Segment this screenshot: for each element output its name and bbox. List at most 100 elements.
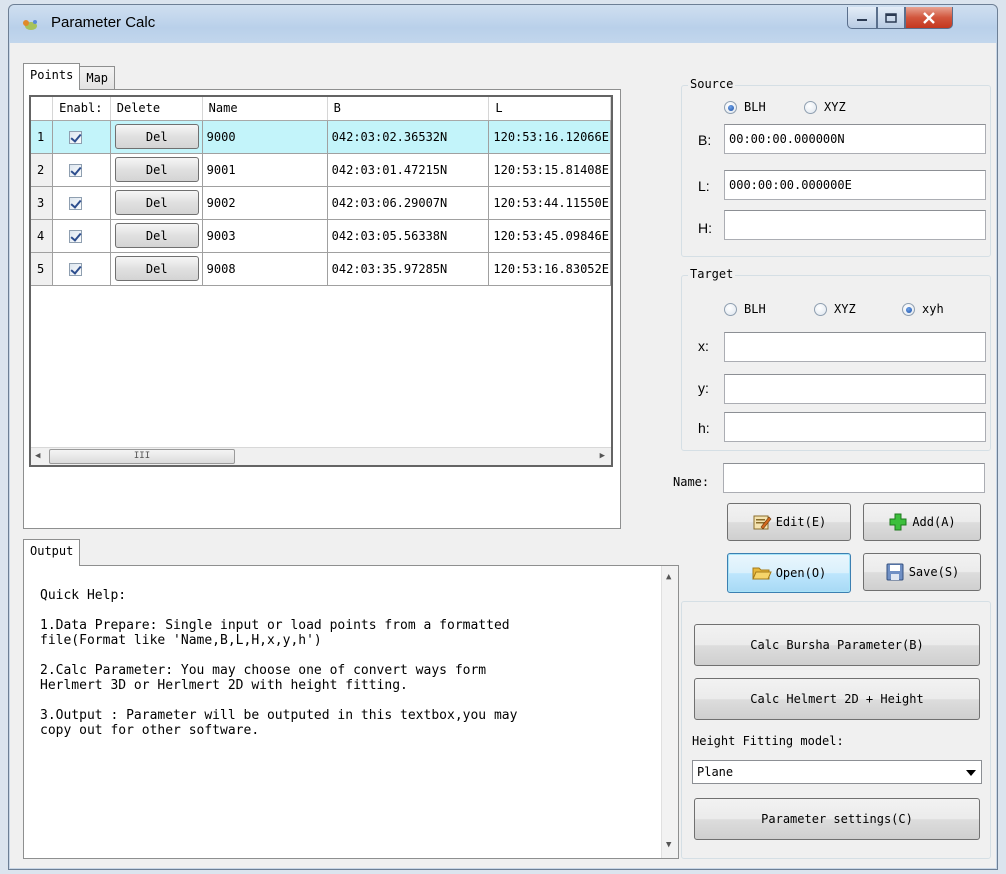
- l-cell[interactable]: 120:53:45.09846E: [488, 219, 611, 253]
- chevron-down-icon[interactable]: [966, 770, 976, 776]
- y-input[interactable]: [724, 374, 986, 404]
- grid-header-l[interactable]: L: [488, 97, 611, 121]
- table-row[interactable]: 4 Del 9003 042:03:05.56338N 120:53:45.09…: [31, 219, 611, 253]
- delete-cell: Del: [110, 252, 203, 286]
- edit-button[interactable]: Edit(E): [727, 503, 851, 541]
- name-cell[interactable]: 9000: [202, 120, 328, 154]
- radio-label: BLH: [744, 302, 766, 316]
- enabled-checkbox[interactable]: [69, 229, 83, 243]
- source-group-label: Source: [688, 77, 736, 91]
- height-fitting-select[interactable]: Plane: [692, 760, 982, 784]
- b-cell[interactable]: 042:03:02.36532N: [327, 120, 490, 154]
- open-button[interactable]: Open(O): [727, 553, 851, 593]
- minimize-icon: [857, 18, 867, 21]
- row-number[interactable]: 2: [31, 153, 54, 187]
- delete-cell: Del: [110, 219, 203, 253]
- enabled-cell[interactable]: [52, 186, 111, 220]
- calc-helmert-button[interactable]: Calc Helmert 2D + Height: [694, 678, 980, 720]
- name-input[interactable]: [723, 463, 985, 493]
- delete-row-button[interactable]: Del: [114, 223, 199, 248]
- l-input[interactable]: 000:00:00.000000E: [724, 170, 986, 200]
- name-cell[interactable]: 9001: [202, 153, 328, 187]
- close-button[interactable]: [905, 7, 953, 29]
- radio-checked-icon[interactable]: [724, 100, 737, 114]
- tab-points[interactable]: Points: [23, 63, 81, 90]
- output-text: Quick Help: 1.Data Prepare: Single input…: [40, 588, 518, 738]
- scroll-up-icon[interactable]: ▲: [666, 572, 671, 582]
- height-fitting-label: Height Fitting model:: [692, 734, 844, 748]
- title-bar[interactable]: Parameter Calc: [9, 5, 997, 43]
- source-radio-xyz[interactable]: XYZ: [804, 100, 846, 114]
- scroll-down-icon[interactable]: ▼: [666, 840, 671, 850]
- b-cell[interactable]: 042:03:06.29007N: [327, 186, 490, 220]
- row-number[interactable]: 3: [31, 186, 54, 220]
- save-disk-icon: [886, 563, 904, 581]
- target-radio-xyz[interactable]: XYZ: [814, 302, 856, 316]
- delete-row-button[interactable]: Del: [114, 190, 199, 215]
- minimize-button[interactable]: [847, 7, 877, 29]
- output-vertical-scrollbar[interactable]: ▲ ▼: [661, 566, 678, 858]
- parameter-settings-button[interactable]: Parameter settings(C): [694, 798, 980, 840]
- h-input[interactable]: [724, 210, 986, 240]
- calc-bursha-button[interactable]: Calc Bursha Parameter(B): [694, 624, 980, 666]
- name-cell[interactable]: 9008: [202, 252, 328, 286]
- radio-unchecked-icon[interactable]: [804, 100, 817, 114]
- radio-unchecked-icon[interactable]: [724, 302, 737, 316]
- enabled-checkbox[interactable]: [69, 262, 83, 276]
- row-number[interactable]: 1: [31, 120, 54, 154]
- l-cell[interactable]: 120:53:44.11550E: [488, 186, 611, 220]
- radio-unchecked-icon[interactable]: [814, 302, 827, 316]
- output-textbox[interactable]: Quick Help: 1.Data Prepare: Single input…: [23, 565, 679, 859]
- save-button[interactable]: Save(S): [863, 553, 981, 591]
- maximize-button[interactable]: [877, 7, 905, 29]
- maximize-icon: [885, 12, 897, 23]
- grid-header-enabled[interactable]: Enabl:: [52, 97, 111, 121]
- enabled-cell[interactable]: [52, 153, 111, 187]
- delete-row-button[interactable]: Del: [114, 157, 199, 182]
- target-group-label: Target: [688, 267, 736, 281]
- enabled-checkbox[interactable]: [69, 163, 83, 177]
- h-target-input[interactable]: [724, 412, 986, 442]
- add-button[interactable]: Add(A): [863, 503, 981, 541]
- name-cell[interactable]: 9002: [202, 186, 328, 220]
- b-cell[interactable]: 042:03:01.47215N: [327, 153, 490, 187]
- x-input[interactable]: [724, 332, 986, 362]
- b-cell[interactable]: 042:03:05.56338N: [327, 219, 490, 253]
- enabled-checkbox[interactable]: [69, 130, 83, 144]
- row-number[interactable]: 5: [31, 252, 54, 286]
- target-radio-blh[interactable]: BLH: [724, 302, 766, 316]
- enabled-checkbox[interactable]: [69, 196, 83, 210]
- scrollbar-grip: III: [133, 451, 151, 461]
- grid-header-b[interactable]: B: [327, 97, 490, 121]
- points-grid: Enabl: Delete Name B L 1 Del 9000 042:03…: [29, 95, 613, 467]
- scroll-right-icon[interactable]: ▶: [600, 451, 605, 461]
- l-cell[interactable]: 120:53:15.81408E: [488, 153, 611, 187]
- radio-checked-icon[interactable]: [902, 302, 915, 316]
- row-number[interactable]: 4: [31, 219, 54, 253]
- tab-map[interactable]: Map: [79, 66, 116, 90]
- grid-horizontal-scrollbar[interactable]: ◀ III ▶: [31, 447, 611, 465]
- delete-row-button[interactable]: Del: [114, 124, 199, 149]
- name-cell[interactable]: 9003: [202, 219, 328, 253]
- tab-output[interactable]: Output: [23, 539, 81, 566]
- delete-row-button[interactable]: Del: [114, 256, 199, 281]
- delete-cell: Del: [110, 186, 203, 220]
- b-input[interactable]: 00:00:00.000000N: [724, 124, 986, 154]
- y-label: y:: [698, 380, 709, 396]
- grid-header-name[interactable]: Name: [202, 97, 328, 121]
- scroll-left-icon[interactable]: ◀: [35, 451, 40, 461]
- scrollbar-thumb[interactable]: III: [49, 449, 235, 464]
- enabled-cell[interactable]: [52, 219, 111, 253]
- l-cell[interactable]: 120:53:16.12066E: [488, 120, 611, 154]
- enabled-cell[interactable]: [52, 120, 111, 154]
- table-row[interactable]: 1 Del 9000 042:03:02.36532N 120:53:16.12…: [31, 120, 611, 154]
- source-radio-blh[interactable]: BLH: [724, 100, 766, 114]
- b-cell[interactable]: 042:03:35.97285N: [327, 252, 490, 286]
- target-radio-xyh[interactable]: xyh: [902, 302, 944, 316]
- grid-header-delete[interactable]: Delete: [110, 97, 203, 121]
- table-row[interactable]: 3 Del 9002 042:03:06.29007N 120:53:44.11…: [31, 186, 611, 220]
- enabled-cell[interactable]: [52, 252, 111, 286]
- table-row[interactable]: 5 Del 9008 042:03:35.97285N 120:53:16.83…: [31, 252, 611, 286]
- l-cell[interactable]: 120:53:16.83052E: [488, 252, 611, 286]
- table-row[interactable]: 2 Del 9001 042:03:01.47215N 120:53:15.81…: [31, 153, 611, 187]
